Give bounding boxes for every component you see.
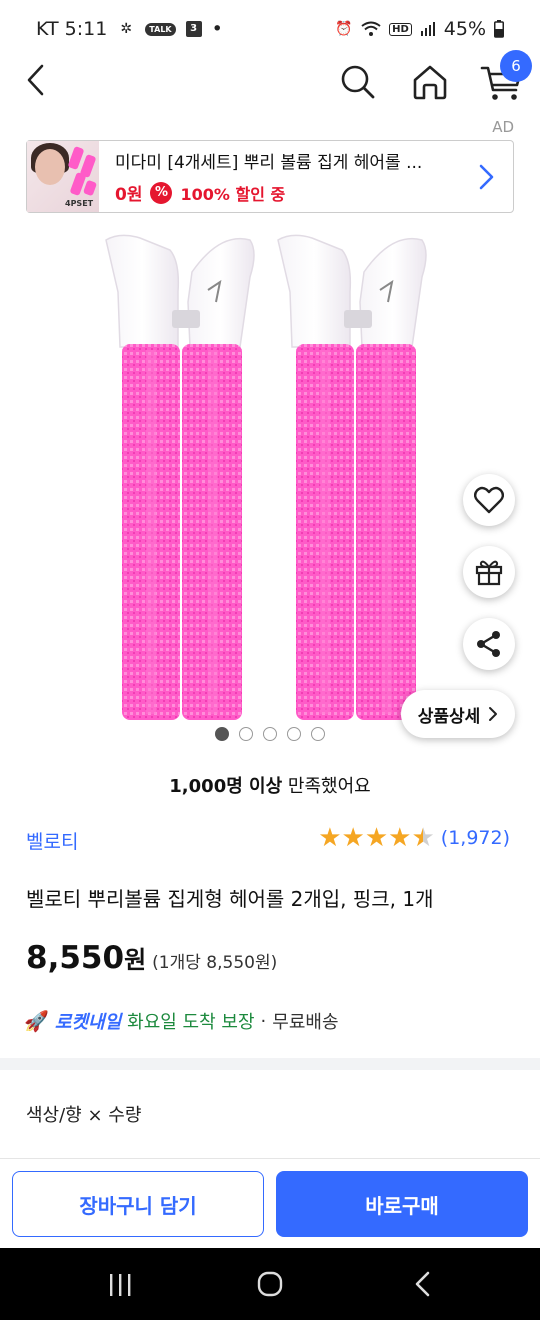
heart-icon [474, 486, 504, 514]
status-bar: KT 5:11 ✲ TALK 3 • ⏰ HD 45% [0, 0, 540, 58]
ad-banner[interactable]: 4PSET 미다미 [4개세트] 뿌리 볼륨 집게 헤어롤 ... 0원 % 1… [26, 140, 514, 213]
wifi-icon [361, 21, 381, 36]
alarm-icon: ⏰ [335, 21, 353, 37]
carrier-time: KT 5:11 [36, 18, 108, 40]
satisfaction-text: 1,000명 이상 만족했어요 [0, 772, 540, 798]
share-button[interactable] [463, 618, 515, 670]
battery-level: 45% [443, 18, 486, 40]
satisfaction-rest: 만족했어요 [282, 776, 371, 797]
back-arrow-icon[interactable] [20, 62, 56, 98]
unit-price: (1개당 8,550원) [152, 953, 278, 973]
signal-icon [420, 22, 435, 36]
home-icon[interactable] [410, 62, 450, 102]
ad-label: AD [492, 118, 514, 136]
search-icon[interactable] [338, 62, 378, 102]
ad-price: 0원 [115, 185, 143, 205]
star-icon: ★ [388, 823, 412, 853]
hd-icon: HD [389, 22, 412, 36]
system-back-icon[interactable] [410, 1270, 436, 1298]
brand-link[interactable]: 벨로티 [26, 827, 78, 854]
system-nav-bar [0, 1248, 540, 1320]
rocket-delivery-label: 로켓내일 [54, 1012, 122, 1033]
separator: · [260, 1010, 267, 1032]
ad-thumb-tag: 4PSET [65, 199, 94, 208]
battery-icon [494, 20, 504, 38]
option-selector[interactable]: 색상/향 × 수량 [26, 1101, 141, 1127]
discount-icon: % [150, 181, 173, 204]
ad-title: 미다미 [4개세트] 뿌리 볼륨 집게 헤어롤 ... [115, 153, 423, 173]
chevron-right-icon [489, 707, 498, 721]
delivery-info: 🚀 로켓내일 화요일 도착 보장 · 무료배송 [24, 1008, 339, 1034]
cart-count-badge: 6 [500, 50, 532, 82]
recent-apps-icon[interactable] [106, 1272, 134, 1298]
gift-icon [475, 560, 503, 586]
roller-pair-right [277, 234, 427, 720]
wishlist-button[interactable] [463, 474, 515, 526]
rating-stars: ★ ★ ★ ★ ★ [318, 825, 435, 851]
add-to-cart-button[interactable]: 장바구니 담기 [12, 1171, 264, 1237]
chevron-right-icon [479, 164, 494, 189]
buy-now-button[interactable]: 바로구매 [276, 1171, 528, 1237]
pagination-dot[interactable] [311, 727, 325, 741]
gift-button[interactable] [463, 546, 515, 598]
free-shipping: 무료배송 [272, 1012, 339, 1033]
pagination-dot[interactable] [239, 727, 253, 741]
notification-dot: • [211, 18, 223, 40]
product-image[interactable] [100, 232, 440, 722]
calendar-icon: 3 [185, 21, 202, 37]
ad-discount: 100% 할인 중 [180, 184, 286, 204]
star-icon: ★ [341, 823, 365, 853]
price-value: 8,550 [26, 940, 125, 976]
bottom-action-bar: 장바구니 담기 바로구매 [0, 1158, 540, 1248]
fan-icon: ✲ [120, 21, 133, 37]
rocket-icon: 🚀 [24, 1009, 49, 1033]
share-icon [477, 631, 500, 657]
pagination-dot[interactable] [287, 727, 301, 741]
product-detail-label: 상품상세 [417, 706, 481, 727]
roller-pair-left [105, 234, 255, 720]
top-nav: 6 [0, 50, 540, 106]
price-unit: 원 [124, 946, 147, 974]
satisfaction-count: 1,000명 이상 [169, 776, 283, 797]
image-pagination [0, 727, 540, 741]
star-icon: ★ [364, 823, 389, 853]
pagination-dot[interactable] [263, 727, 277, 741]
review-count[interactable]: (1,972) [441, 827, 510, 849]
ad-thumbnail: 4PSET [27, 141, 99, 212]
product-title: 벨로티 뿌리볼륨 집게형 헤어롤 2개입, 핑크, 1개 [26, 887, 434, 911]
rating[interactable]: ★ ★ ★ ★ ★ (1,972) [318, 825, 510, 851]
price-row: 8,550 원 (1개당 8,550원) [26, 940, 277, 976]
home-circle-icon[interactable] [256, 1270, 284, 1298]
star-icon: ★ [318, 823, 342, 853]
star-icon: ★ [411, 823, 435, 853]
pagination-dot[interactable] [215, 727, 229, 741]
section-divider [0, 1058, 540, 1070]
kakaotalk-icon: TALK [145, 22, 176, 36]
arrival-guarantee: 화요일 도착 보장 [127, 1012, 255, 1033]
